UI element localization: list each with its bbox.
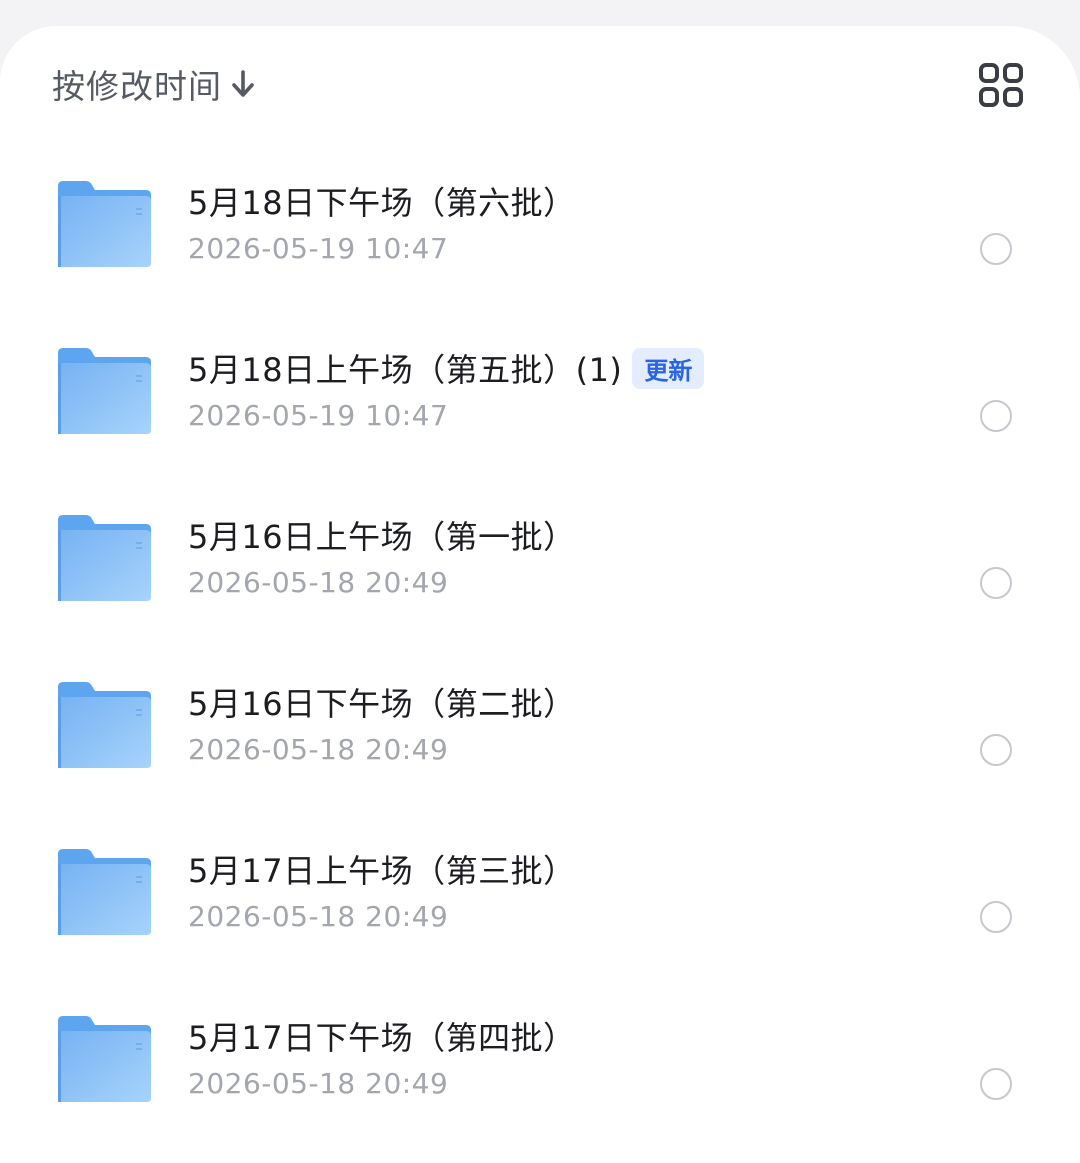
file-name: 5月18日上午场（第五批）(1)	[188, 351, 623, 389]
name-line: 5月16日下午场（第二批）	[188, 679, 948, 725]
file-text: 5月17日下午场（第四批） 2026-05-18 20:49	[188, 1013, 948, 1100]
file-modified-time: 2026-05-18 20:49	[188, 733, 449, 766]
folder-icon	[56, 514, 152, 602]
file-name: 5月18日下午场（第六批）	[188, 184, 576, 222]
file-row-2[interactable]: 5月18日上午场（第五批）(1) 更新 2026-05-19 10:47	[0, 311, 1080, 478]
sort-label: 按修改时间	[52, 67, 222, 106]
file-row-6[interactable]: 5月17日下午场（第四批） 2026-05-18 20:49	[0, 979, 1080, 1146]
select-radio[interactable]	[980, 1068, 1012, 1100]
name-line: 5月17日下午场（第四批）	[188, 1013, 948, 1059]
folder-icon	[56, 180, 152, 268]
file-text: 5月18日下午场（第六批） 2026-05-19 10:47	[188, 178, 948, 265]
grid-view-icon[interactable]	[976, 60, 1028, 112]
name-line: 5月18日上午场（第五批）(1) 更新	[188, 345, 948, 391]
file-text: 5月16日上午场（第一批） 2026-05-18 20:49	[188, 512, 948, 599]
file-modified-time: 2026-05-18 20:49	[188, 900, 449, 933]
file-text: 5月16日下午场（第二批） 2026-05-18 20:49	[188, 679, 948, 766]
sort-button[interactable]: 按修改时间	[52, 60, 256, 108]
folder-icon	[56, 1015, 152, 1103]
file-name: 5月16日下午场（第二批）	[188, 685, 576, 723]
file-name: 5月17日下午场（第四批）	[188, 1019, 576, 1057]
file-modified-time: 2026-05-19 10:47	[188, 232, 449, 265]
file-row-1[interactable]: 5月18日下午场（第六批） 2026-05-19 10:47	[0, 144, 1080, 311]
file-row-3[interactable]: 5月16日上午场（第一批） 2026-05-18 20:49	[0, 478, 1080, 645]
arrow-down-icon	[230, 69, 256, 99]
file-name: 5月16日上午场（第一批）	[188, 518, 576, 556]
folder-icon	[56, 848, 152, 936]
file-modified-time: 2026-05-19 10:47	[188, 399, 449, 432]
select-radio[interactable]	[980, 901, 1012, 933]
file-row-5[interactable]: 5月17日上午场（第三批） 2026-05-18 20:49	[0, 812, 1080, 979]
select-radio[interactable]	[980, 567, 1012, 599]
name-line: 5月16日上午场（第一批）	[188, 512, 948, 558]
file-row-4[interactable]: 5月16日下午场（第二批） 2026-05-18 20:49	[0, 645, 1080, 812]
update-badge: 更新	[632, 347, 705, 389]
file-modified-time: 2026-05-18 20:49	[188, 1067, 449, 1100]
select-radio[interactable]	[980, 734, 1012, 766]
file-list-panel: 按修改时间 5月18日下午场（第六批） 2026-05-19 10:47 5月1…	[0, 26, 1080, 1163]
folder-icon	[56, 347, 152, 435]
file-modified-time: 2026-05-18 20:49	[188, 566, 449, 599]
file-text: 5月17日上午场（第三批） 2026-05-18 20:49	[188, 846, 948, 933]
file-text: 5月18日上午场（第五批）(1) 更新 2026-05-19 10:47	[188, 345, 948, 432]
name-line: 5月17日上午场（第三批）	[188, 846, 948, 892]
select-radio[interactable]	[980, 233, 1012, 265]
name-line: 5月18日下午场（第六批）	[188, 178, 948, 224]
list-toolbar: 按修改时间	[0, 26, 1080, 144]
file-list: 5月18日下午场（第六批） 2026-05-19 10:47 5月18日上午场（…	[0, 144, 1080, 1146]
select-radio[interactable]	[980, 400, 1012, 432]
file-name: 5月17日上午场（第三批）	[188, 852, 576, 890]
folder-icon	[56, 681, 152, 769]
